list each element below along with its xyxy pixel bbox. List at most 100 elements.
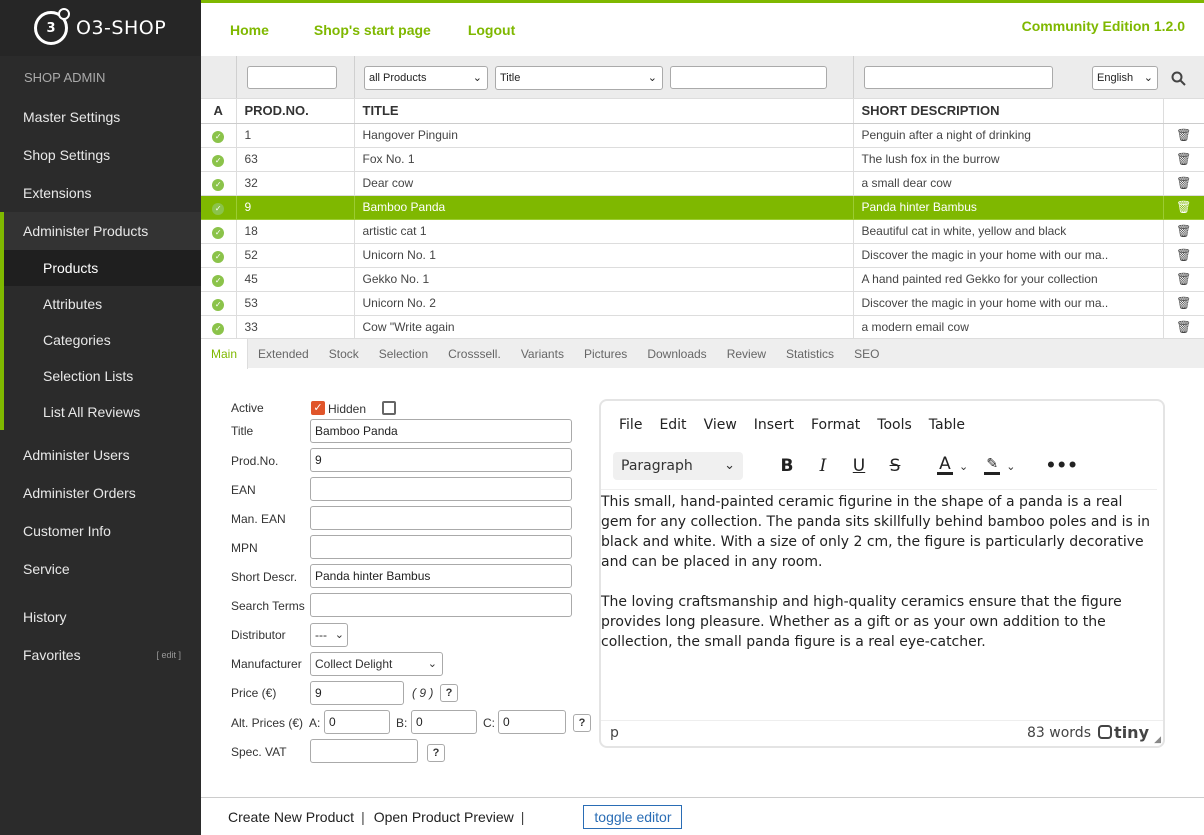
title-cell[interactable]: Fox No. 1: [354, 147, 854, 172]
alt-price-c-input[interactable]: 0: [498, 710, 566, 734]
short-description-cell[interactable]: The lush fox in the burrow: [853, 147, 1164, 172]
editor-menu-format[interactable]: Format: [811, 417, 860, 433]
table-row[interactable]: ✓ 53 Unicorn No. 2 Discover the magic in yo…: [201, 291, 1204, 316]
short-description-cell[interactable]: A hand painted red Gekko for your collec…: [853, 267, 1164, 292]
sidebar-subitem-attributes[interactable]: Attributes: [4, 286, 201, 322]
prodno-cell[interactable]: 1: [236, 123, 355, 148]
text-color-icon[interactable]: A: [937, 456, 953, 475]
short-description-cell[interactable]: Penguin after a night of drinking: [853, 123, 1164, 148]
hidden-checkbox[interactable]: [382, 401, 396, 415]
col-header-active[interactable]: A: [201, 99, 237, 124]
tab-review[interactable]: Review: [717, 339, 776, 369]
alt-prices-help-button[interactable]: ?: [573, 714, 591, 732]
open-product-preview-link[interactable]: Open Product Preview: [374, 809, 514, 825]
table-row[interactable]: ✓ 63 Fox No. 1 The lush fox in the burrow 🗑: [201, 147, 1204, 172]
tab-statistics[interactable]: Statistics: [776, 339, 844, 369]
mpn-input[interactable]: [310, 535, 572, 559]
short-description-cell[interactable]: Panda hinter Bambus: [853, 195, 1164, 220]
trash-icon[interactable]: 🗑: [1176, 272, 1191, 286]
trash-icon[interactable]: 🗑: [1176, 128, 1191, 142]
resize-handle-icon[interactable]: ◢: [1154, 735, 1161, 745]
title-input[interactable]: Bamboo Panda: [310, 419, 572, 443]
alt-price-b-input[interactable]: 0: [411, 710, 477, 734]
tab-seo[interactable]: SEO: [844, 339, 889, 369]
logo[interactable]: 3 O3-SHOP: [0, 0, 201, 56]
prodno-cell[interactable]: 33: [236, 315, 355, 340]
element-path[interactable]: p: [610, 725, 619, 741]
title-cell[interactable]: Dear cow: [354, 171, 854, 196]
alt-price-a-input[interactable]: 0: [324, 710, 390, 734]
price-input[interactable]: 9: [310, 681, 404, 705]
manufacturer-select[interactable]: Collect Delight ⌄: [310, 652, 443, 676]
short-description-cell[interactable]: Discover the magic in your home with our…: [853, 291, 1164, 316]
sidebar-item-administer-orders[interactable]: Administer Orders: [0, 474, 201, 512]
trash-icon[interactable]: 🗑: [1176, 176, 1191, 190]
sidebar-item-favorites[interactable]: Favorites [ edit ]: [0, 636, 201, 674]
tab-extended[interactable]: Extended: [248, 339, 319, 369]
trash-icon[interactable]: 🗑: [1176, 320, 1191, 334]
price-help-button[interactable]: ?: [440, 684, 458, 702]
italic-icon[interactable]: I: [815, 456, 831, 476]
word-count[interactable]: 83 words: [1027, 725, 1091, 741]
sidebar-item-extensions[interactable]: Extensions: [0, 174, 201, 212]
trash-icon[interactable]: 🗑: [1176, 200, 1191, 214]
trash-icon[interactable]: 🗑: [1176, 296, 1191, 310]
toggle-editor-button[interactable]: toggle editor: [583, 804, 683, 829]
tab-variants[interactable]: Variants: [511, 339, 574, 369]
sidebar-subitem-categories[interactable]: Categories: [4, 322, 201, 358]
sidebar-item-history[interactable]: History: [0, 598, 201, 636]
tab-downloads[interactable]: Downloads: [637, 339, 716, 369]
prodno-cell[interactable]: 63: [236, 147, 355, 172]
home-link[interactable]: Home: [230, 22, 269, 38]
sidebar-item-master-settings[interactable]: Master Settings: [0, 98, 201, 136]
description-filter-input[interactable]: [864, 66, 1053, 89]
chevron-down-icon[interactable]: ⌄: [1006, 460, 1015, 473]
man-ean-input[interactable]: [310, 506, 572, 530]
highlight-color-icon[interactable]: ✎: [984, 457, 1001, 475]
search-icon[interactable]: [1171, 71, 1186, 86]
title-cell[interactable]: Hangover Pinguin: [354, 123, 854, 148]
bold-icon[interactable]: B: [779, 456, 795, 476]
sidebar-subitem-products[interactable]: Products: [4, 250, 201, 286]
trash-icon[interactable]: 🗑: [1176, 248, 1191, 262]
tab-crosssell[interactable]: Crosssell.: [438, 339, 511, 369]
short-description-cell[interactable]: a modern email cow: [853, 315, 1164, 340]
sidebar-item-administer-users[interactable]: Administer Users: [0, 436, 201, 474]
tab-stock[interactable]: Stock: [319, 339, 369, 369]
prodno-filter-input[interactable]: [247, 66, 337, 89]
table-row[interactable]: ✓ 45 Gekko No. 1A hand painted red Gekko f…: [201, 267, 1204, 292]
trash-icon[interactable]: 🗑: [1176, 224, 1191, 238]
strikethrough-icon[interactable]: S: [887, 456, 903, 476]
distributor-select[interactable]: --- ⌄: [310, 623, 348, 647]
sidebar-item-customer-info[interactable]: Customer Info: [0, 512, 201, 550]
more-icon[interactable]: •••: [1045, 456, 1078, 476]
short-description-cell[interactable]: Discover the magic in your home with our…: [853, 243, 1164, 268]
sidebar-subitem-reviews[interactable]: List All Reviews: [4, 394, 201, 430]
editor-menu-view[interactable]: View: [704, 417, 737, 433]
table-row[interactable]: ✓ 33 Cow "Write again a modern email cow 🗑: [201, 315, 1204, 340]
title-cell[interactable]: Cow "Write again: [354, 315, 854, 340]
tab-pictures[interactable]: Pictures: [574, 339, 637, 369]
list-filter-select[interactable]: all Products ⌄: [364, 66, 488, 90]
prodno-cell[interactable]: 18: [236, 219, 355, 244]
logout-link[interactable]: Logout: [468, 22, 515, 38]
table-row[interactable]: ✓ 52 Unicorn No. 1 Discover the magic in yo…: [201, 243, 1204, 268]
editor-menu-file[interactable]: File: [619, 417, 642, 433]
prodno-cell[interactable]: 52: [236, 243, 355, 268]
prodno-cell[interactable]: 45: [236, 267, 355, 292]
prodno-cell[interactable]: 32: [236, 171, 355, 196]
prodno-input[interactable]: 9: [310, 448, 572, 472]
table-row[interactable]: ✓ 32 Dear cow a small dear cow 🗑: [201, 171, 1204, 196]
sidebar-item-administer-products[interactable]: Administer Products: [4, 212, 201, 250]
table-row[interactable]: ✓ 1 Hangover Pinguin Penguin after a night …: [201, 123, 1204, 148]
field-filter-select[interactable]: Title ⌄: [495, 66, 663, 90]
active-checkbox[interactable]: ✓: [311, 401, 325, 415]
table-row[interactable]: ✓ 18 artistic cat 1 Beautiful cat in white,…: [201, 219, 1204, 244]
vat-help-button[interactable]: ?: [427, 744, 445, 762]
table-row[interactable]: ✓ 9 Bamboo Panda Panda hinter Bambus 🗑: [201, 195, 1204, 220]
search-terms-input[interactable]: [310, 593, 572, 617]
editor-menu-edit[interactable]: Edit: [659, 417, 686, 433]
col-header-title[interactable]: TITLE: [354, 99, 854, 124]
editor-menu-insert[interactable]: Insert: [754, 417, 794, 433]
shop-start-page-link[interactable]: Shop's start page: [314, 22, 431, 38]
